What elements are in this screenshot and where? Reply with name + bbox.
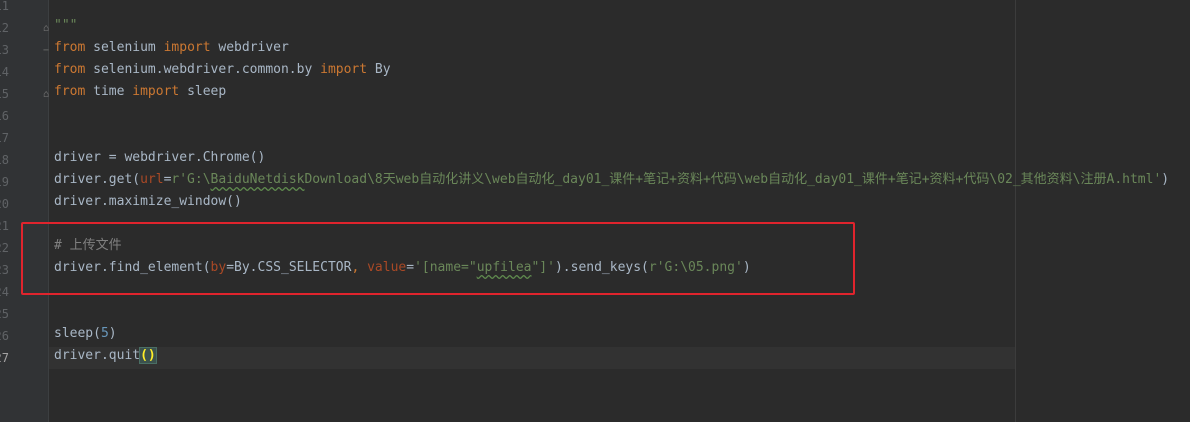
module-name: selenium: [85, 40, 164, 55]
parameter-name: url: [140, 172, 164, 187]
code-line-12[interactable]: """: [54, 15, 77, 37]
line-number: 26: [0, 329, 9, 343]
keyword-import: import: [163, 40, 211, 55]
keyword-import: import: [320, 62, 368, 77]
code-line-26[interactable]: sleep(5): [54, 323, 117, 345]
keyword-from: from: [54, 40, 86, 55]
line-number: 13: [0, 43, 9, 57]
matched-brace: (): [139, 347, 157, 364]
number-literal: 5: [100, 326, 109, 341]
keyword-from: from: [54, 84, 86, 99]
line-number: 22: [0, 241, 9, 255]
code-line-15[interactable]: from time import sleep: [54, 81, 226, 103]
line-number: 11: [0, 0, 9, 13]
line-number-current: 27: [0, 351, 9, 365]
code-line-13[interactable]: from selenium import webdriver: [54, 37, 289, 59]
line-number: 19: [0, 175, 9, 189]
import-name: sleep: [179, 84, 227, 99]
code-line-14[interactable]: from selenium.webdriver.common.by import…: [54, 59, 391, 81]
module-name: time: [85, 84, 133, 99]
line-number: 24: [0, 285, 9, 299]
code-line-18[interactable]: driver = webdriver.Chrome(): [54, 147, 265, 169]
line-number: 20: [0, 197, 9, 211]
keyword-import: import: [132, 84, 180, 99]
code-line-27[interactable]: driver.quit(): [54, 345, 157, 367]
annotation-highlight-box: [21, 222, 855, 295]
current-line-highlight: [49, 347, 1015, 369]
line-number: 23: [0, 263, 9, 277]
fold-start-icon[interactable]: −: [43, 45, 52, 56]
code-text: driver.get(: [54, 172, 141, 187]
docstring-end: """: [54, 18, 78, 33]
fold-end-icon[interactable]: ⌂: [43, 89, 52, 100]
code-line-20[interactable]: driver.maximize_window(): [54, 191, 242, 213]
code-text: ): [108, 326, 117, 341]
fold-end-icon[interactable]: ⌂: [43, 23, 52, 34]
import-name: By: [367, 62, 391, 77]
line-number: 15: [0, 87, 9, 101]
code-text: driver = webdriver.Chrome(): [54, 150, 266, 165]
line-number: 21: [0, 219, 9, 233]
line-number: 16: [0, 109, 9, 123]
line-number: 17: [0, 131, 9, 145]
code-text: driver.maximize_window(): [54, 194, 242, 209]
code-text: ): [1161, 172, 1170, 187]
line-number: 14: [0, 65, 9, 79]
code-text: driver.quit: [54, 348, 141, 363]
code-line-19[interactable]: driver.get(url=r'G:\BaiduNetdiskDownload…: [54, 169, 1169, 191]
module-name: selenium.webdriver.common.by: [85, 62, 321, 77]
typo-marked-text: BaiduNetdisk: [210, 172, 305, 187]
string-literal: Download\8天web自动化讲义\web自动化_day01_课件+笔记+资…: [304, 172, 1162, 187]
code-text: sleep(: [54, 326, 101, 341]
line-number: 12: [0, 21, 9, 35]
string-literal: r'G:\: [171, 172, 211, 187]
line-number: 25: [0, 307, 9, 321]
import-name: webdriver: [210, 40, 289, 55]
line-number: 18: [0, 153, 9, 167]
line-number-gutter: 11 12 13 14 15 16 17 18 19 20 21 22 23 2…: [0, 0, 49, 422]
right-margin-guide: [1015, 0, 1016, 422]
keyword-from: from: [54, 62, 86, 77]
